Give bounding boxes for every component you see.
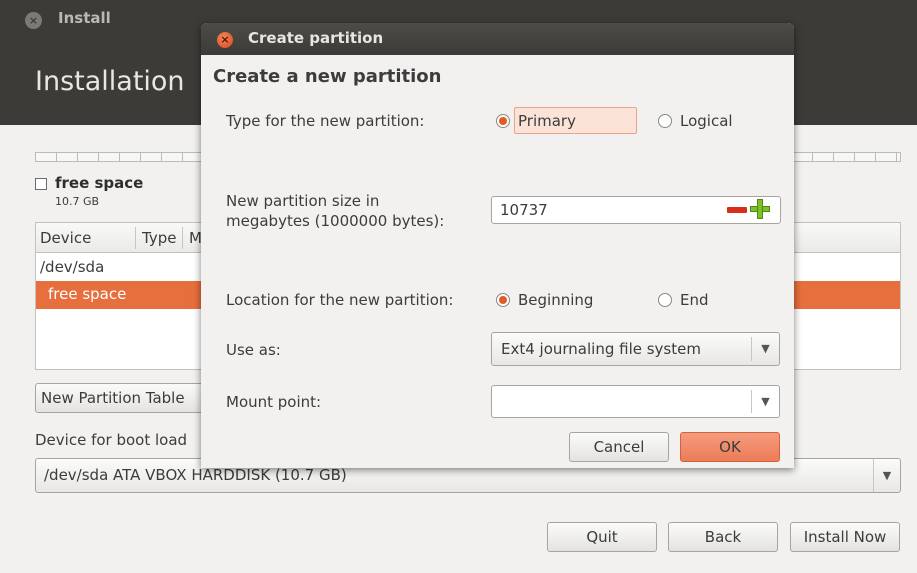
window-title: Install [58, 9, 111, 27]
end-radio-label[interactable]: End [680, 291, 709, 309]
location-label: Location for the new partition: [226, 291, 454, 309]
size-spinbox[interactable]: 10737 [491, 196, 781, 224]
column-header-mount[interactable]: M [189, 229, 202, 247]
row-label: free space [48, 285, 127, 303]
dropdown-arrow-icon: ▼ [761, 342, 770, 355]
use-as-select[interactable]: Ext4 journaling file system ▼ [491, 332, 780, 366]
back-button[interactable]: Back [668, 522, 778, 552]
mount-point-combo[interactable]: ▼ [491, 385, 780, 418]
dropdown-arrow-icon: ▼ [761, 395, 770, 408]
size-value: 10737 [500, 201, 548, 219]
dialog-title: Create partition [248, 29, 384, 47]
dialog-heading: Create a new partition [213, 66, 442, 87]
primary-radio-label[interactable]: Primary [518, 112, 576, 130]
row-label: /dev/sda [40, 258, 105, 276]
size-label-line1: New partition size in [226, 192, 380, 210]
new-partition-table-button[interactable]: New Partition Table [35, 383, 215, 413]
column-header-type[interactable]: Type [142, 229, 176, 247]
quit-button[interactable]: Quit [547, 522, 657, 552]
close-icon[interactable]: × [25, 12, 42, 29]
cancel-button[interactable]: Cancel [569, 432, 669, 462]
beginning-radio[interactable] [496, 293, 510, 307]
logical-radio[interactable] [658, 114, 672, 128]
legend-swatch [35, 178, 47, 190]
ok-button[interactable]: OK [680, 432, 780, 462]
end-radio[interactable] [658, 293, 672, 307]
type-label: Type for the new partition: [226, 112, 425, 130]
logical-radio-label[interactable]: Logical [680, 112, 733, 130]
beginning-radio-label[interactable]: Beginning [518, 291, 593, 309]
column-header-device[interactable]: Device [40, 229, 91, 247]
boot-loader-label: Device for boot load [35, 431, 188, 449]
plus-icon[interactable] [750, 199, 772, 221]
dialog-titlebar: × Create partition [201, 23, 794, 55]
minus-icon[interactable] [727, 207, 747, 213]
size-label-line2: megabytes (1000000 bytes): [226, 212, 445, 230]
use-as-label: Use as: [226, 341, 281, 359]
use-as-value: Ext4 journaling file system [501, 340, 701, 358]
legend-name: free space [55, 174, 144, 192]
primary-radio[interactable] [496, 114, 510, 128]
page-title: Installation [35, 66, 185, 97]
boot-device-value: /dev/sda ATA VBOX HARDDISK (10.7 GB) [44, 466, 347, 484]
dropdown-arrow-icon: ▼ [873, 459, 900, 492]
mount-point-label: Mount point: [226, 393, 322, 411]
dialog-close-icon[interactable]: × [217, 32, 233, 48]
install-now-button[interactable]: Install Now [790, 522, 900, 552]
legend-size: 10.7 GB [55, 195, 100, 208]
create-partition-dialog: × Create partition Create a new partitio… [201, 23, 794, 468]
